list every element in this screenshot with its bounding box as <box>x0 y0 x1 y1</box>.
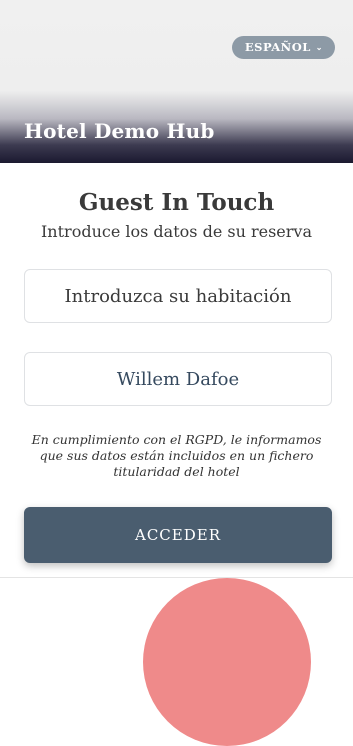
gdpr-notice: En cumplimiento con el RGPD, le informam… <box>31 432 322 479</box>
chevron-down-icon: ⌄ <box>315 42 323 52</box>
room-number-input[interactable] <box>24 269 332 323</box>
page-subtitle: Introduce los datos de su reserva <box>40 222 312 241</box>
page-title: Guest In Touch <box>78 189 275 216</box>
login-card: Guest In Touch Introduce los datos de su… <box>0 163 353 746</box>
hotel-name: Hotel Demo Hub <box>24 119 215 143</box>
guest-name-input[interactable] <box>24 352 332 406</box>
divider <box>0 577 353 578</box>
hero-header: ESPAÑOL ⌄ Hotel Demo Hub <box>0 0 353 165</box>
decorative-circle <box>143 578 311 746</box>
language-selector[interactable]: ESPAÑOL ⌄ <box>231 36 335 59</box>
language-label: ESPAÑOL <box>244 40 311 54</box>
submit-button[interactable]: ACCEDER <box>24 507 332 563</box>
